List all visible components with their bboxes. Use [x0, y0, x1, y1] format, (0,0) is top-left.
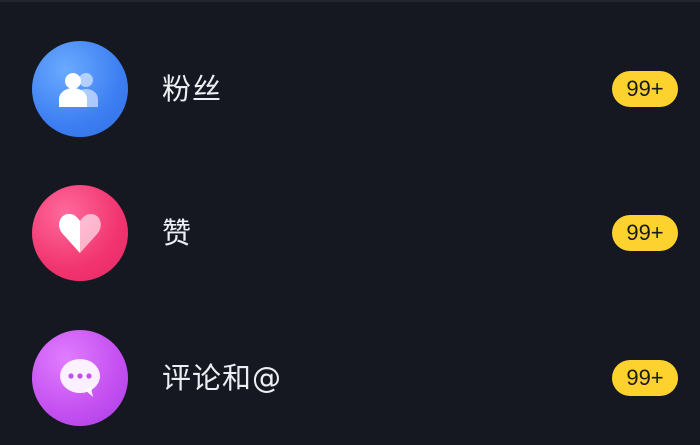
fans-count-badge: 99+	[612, 71, 678, 107]
fans-icon	[59, 73, 98, 107]
likes-avatar	[32, 185, 128, 281]
notification-list: 粉丝 99+ 赞 99+ 评论和@ 99+	[0, 0, 700, 445]
chat-bubble-icon	[60, 359, 100, 397]
notification-row-likes[interactable]: 赞 99+	[0, 173, 700, 293]
likes-count-badge: 99+	[612, 215, 678, 251]
fans-avatar	[32, 41, 128, 137]
comments-label: 评论和@	[162, 361, 283, 395]
fans-label: 粉丝	[162, 72, 223, 106]
comments-count-badge: 99+	[612, 360, 678, 396]
notification-row-comments[interactable]: 评论和@ 99+	[0, 318, 700, 438]
likes-label: 赞	[162, 216, 193, 250]
heart-icon	[59, 214, 101, 253]
notification-row-fans[interactable]: 粉丝 99+	[0, 29, 700, 149]
comments-avatar	[32, 330, 128, 426]
